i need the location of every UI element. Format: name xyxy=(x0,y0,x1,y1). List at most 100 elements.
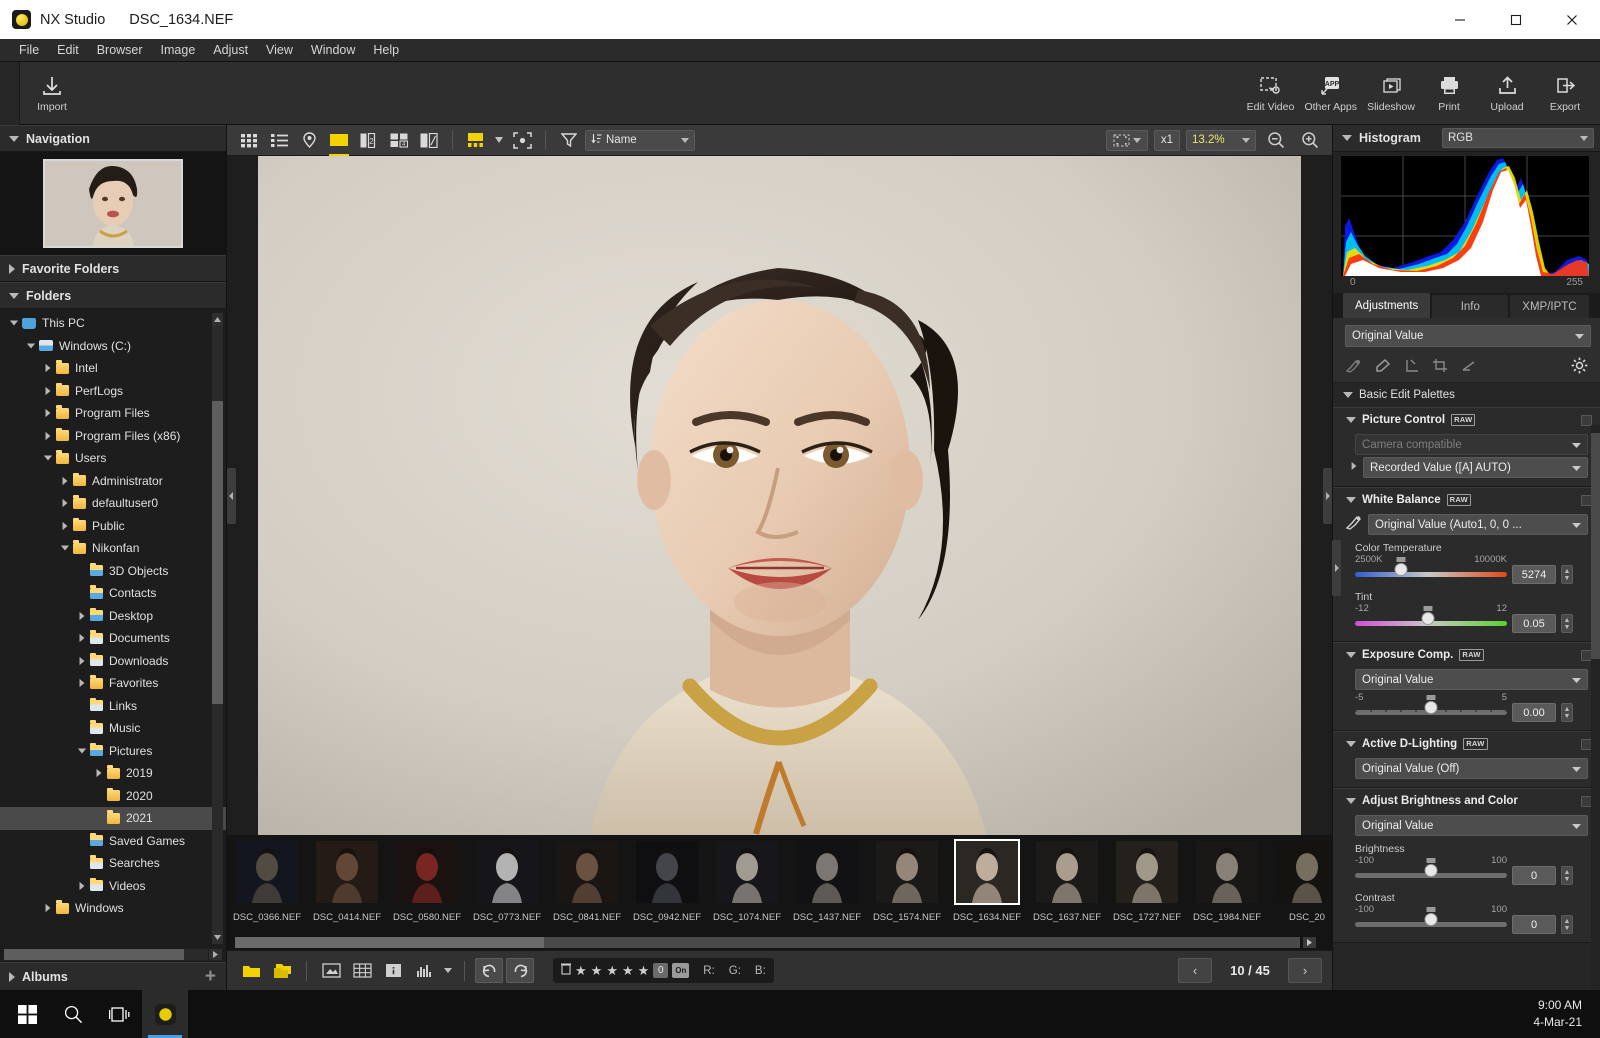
chevron-right-icon[interactable] xyxy=(1352,462,1357,470)
folder-tree-item[interactable]: 2019 xyxy=(0,762,226,785)
rating-star-2[interactable]: ★ xyxy=(591,963,603,979)
menu-help[interactable]: Help xyxy=(364,40,408,60)
folder-tree-item[interactable]: Links xyxy=(0,695,226,718)
rating-control[interactable]: ★ ★ ★ ★ ★ 0 On R: G: B: xyxy=(553,958,774,983)
scrollbar-thumb-h[interactable] xyxy=(4,949,184,960)
zoom-in-icon[interactable] xyxy=(1296,128,1324,153)
folder-tree-item[interactable]: 2020 xyxy=(0,785,226,808)
four-image-compare-icon[interactable]: 4 xyxy=(385,128,413,153)
folder-tree-item[interactable]: Desktop xyxy=(0,605,226,628)
filmstrip-item[interactable]: DSC_1984.NEF xyxy=(1189,841,1265,923)
folder-tree-vertical-scrollbar[interactable] xyxy=(212,313,223,944)
stepper-down-icon[interactable]: ▼ xyxy=(1564,575,1571,582)
eyedropper-icon[interactable] xyxy=(1345,515,1362,535)
albums-section-header[interactable]: Albums + xyxy=(0,962,226,990)
upload-button[interactable]: Upload xyxy=(1478,62,1536,125)
menu-image[interactable]: Image xyxy=(152,40,205,60)
stepper-down-icon[interactable]: ▼ xyxy=(1564,925,1571,932)
folder-tree-item[interactable]: Documents xyxy=(0,627,226,650)
chevron-down-icon[interactable] xyxy=(74,748,90,754)
scrollbar-thumb[interactable] xyxy=(235,937,544,948)
filmstrip-item[interactable]: DSC_1437.NEF xyxy=(789,841,865,923)
thumbnail-grid-icon[interactable] xyxy=(235,128,263,153)
palette-header[interactable]: White BalanceRAW xyxy=(1333,488,1600,512)
delete-icon[interactable] xyxy=(561,962,571,980)
stepper-up-icon[interactable]: ▲ xyxy=(1564,918,1571,925)
chevron-right-icon[interactable] xyxy=(74,611,90,621)
stepper-up-icon[interactable]: ▲ xyxy=(1564,706,1571,713)
folder-tree-item[interactable]: Music xyxy=(0,717,226,740)
slider-track-wrap[interactable] xyxy=(1355,568,1507,581)
import-button[interactable]: Import xyxy=(20,62,84,125)
palette-select[interactable]: Original Value xyxy=(1355,815,1588,836)
slider-stepper[interactable]: ▲▼ xyxy=(1561,915,1573,934)
slider-value-input[interactable]: 0.05 xyxy=(1512,614,1556,633)
right-panel-scrollbar[interactable] xyxy=(1591,425,1600,990)
menu-browser[interactable]: Browser xyxy=(88,40,152,60)
chevron-down-icon[interactable] xyxy=(57,545,73,551)
palette-header[interactable]: Active D-LightingRAW xyxy=(1333,732,1600,756)
palette-header[interactable]: Picture ControlRAW xyxy=(1333,408,1600,432)
folder-tree[interactable]: This PCWindows (C:)IntelPerfLogsProgram … xyxy=(0,309,226,962)
label-color-icon[interactable] xyxy=(237,958,265,983)
grid-overlay-icon[interactable] xyxy=(348,958,376,983)
task-view-icon[interactable] xyxy=(96,990,142,1038)
tab-info[interactable]: Info xyxy=(1432,295,1508,318)
scrollbar-thumb[interactable] xyxy=(212,401,223,704)
folder-tree-item[interactable]: Administrator xyxy=(0,470,226,493)
edit-video-button[interactable]: Edit Video xyxy=(1241,62,1299,125)
menu-edit[interactable]: Edit xyxy=(48,40,88,60)
sort-select[interactable]: Name xyxy=(585,130,695,151)
slider-value-input[interactable]: 0 xyxy=(1512,915,1556,934)
image-viewer-icon[interactable] xyxy=(325,128,353,153)
stepper-down-icon[interactable]: ▼ xyxy=(1564,624,1571,631)
chevron-down-icon[interactable] xyxy=(23,343,39,349)
before-after-icon[interactable] xyxy=(415,128,443,153)
filmstrip-item[interactable]: DSC_0942.NEF xyxy=(629,841,705,923)
folder-tree-item[interactable]: Windows xyxy=(0,897,226,920)
folder-tree-item[interactable]: Windows (C:) xyxy=(0,335,226,358)
chevron-right-icon[interactable] xyxy=(57,498,73,508)
rating-on-badge[interactable]: On xyxy=(672,963,689,978)
filmstrip-item[interactable]: DSC_20 xyxy=(1269,841,1332,923)
chevron-right-icon[interactable] xyxy=(57,521,73,531)
slider-handle[interactable] xyxy=(1425,864,1438,877)
filmstrip-position-icon[interactable] xyxy=(462,128,490,153)
chevron-right-icon[interactable] xyxy=(57,476,73,486)
scrollbar-thumb[interactable] xyxy=(1591,433,1600,659)
palette-select[interactable]: Recorded Value ([A] AUTO) xyxy=(1363,457,1588,478)
nx-studio-taskbar-icon[interactable] xyxy=(142,990,188,1038)
rating-star-5[interactable]: ★ xyxy=(638,963,650,979)
zoom-level-select[interactable]: 13.2% xyxy=(1186,130,1256,151)
folder-tree-item[interactable]: Public xyxy=(0,515,226,538)
chevron-right-icon[interactable] xyxy=(74,881,90,891)
filmstrip-item[interactable]: DSC_1634.NEF xyxy=(949,841,1025,923)
folder-tree-item[interactable]: Videos xyxy=(0,875,226,898)
palette-select[interactable]: Original Value (Off) xyxy=(1355,758,1588,779)
image-info-overlay-icon[interactable] xyxy=(317,958,345,983)
rating-star-1[interactable]: ★ xyxy=(575,963,587,979)
retouch-brush-icon[interactable] xyxy=(1345,358,1362,378)
folder-tree-item[interactable]: PerfLogs xyxy=(0,380,226,403)
slider-stepper[interactable]: ▲▼ xyxy=(1561,565,1573,584)
navigation-section-header[interactable]: Navigation xyxy=(0,125,226,152)
folder-tree-item[interactable]: Contacts xyxy=(0,582,226,605)
menu-view[interactable]: View xyxy=(257,40,302,60)
crop-icon[interactable] xyxy=(1432,358,1449,378)
scroll-right-arrow[interactable] xyxy=(209,949,222,960)
straighten-icon[interactable] xyxy=(1403,358,1420,378)
slider-value-input[interactable]: 0.00 xyxy=(1512,703,1556,722)
slider-handle[interactable] xyxy=(1425,913,1438,926)
maximize-button[interactable] xyxy=(1488,0,1544,39)
favorite-folders-section-header[interactable]: Favorite Folders xyxy=(0,255,226,282)
adjustment-preset-select[interactable]: Original Value xyxy=(1345,325,1591,347)
perspective-icon[interactable] xyxy=(1461,358,1478,378)
add-album-button[interactable]: + xyxy=(205,967,216,986)
folder-tree-item[interactable]: Nikonfan xyxy=(0,537,226,560)
filmstrip-item[interactable]: DSC_1637.NEF xyxy=(1029,841,1105,923)
menu-adjust[interactable]: Adjust xyxy=(204,40,257,60)
chevron-down-icon[interactable] xyxy=(40,455,56,461)
filmstrip-item[interactable]: DSC_0773.NEF xyxy=(469,841,545,923)
minimize-button[interactable] xyxy=(1432,0,1488,39)
right-panel-handle[interactable] xyxy=(1332,540,1341,596)
